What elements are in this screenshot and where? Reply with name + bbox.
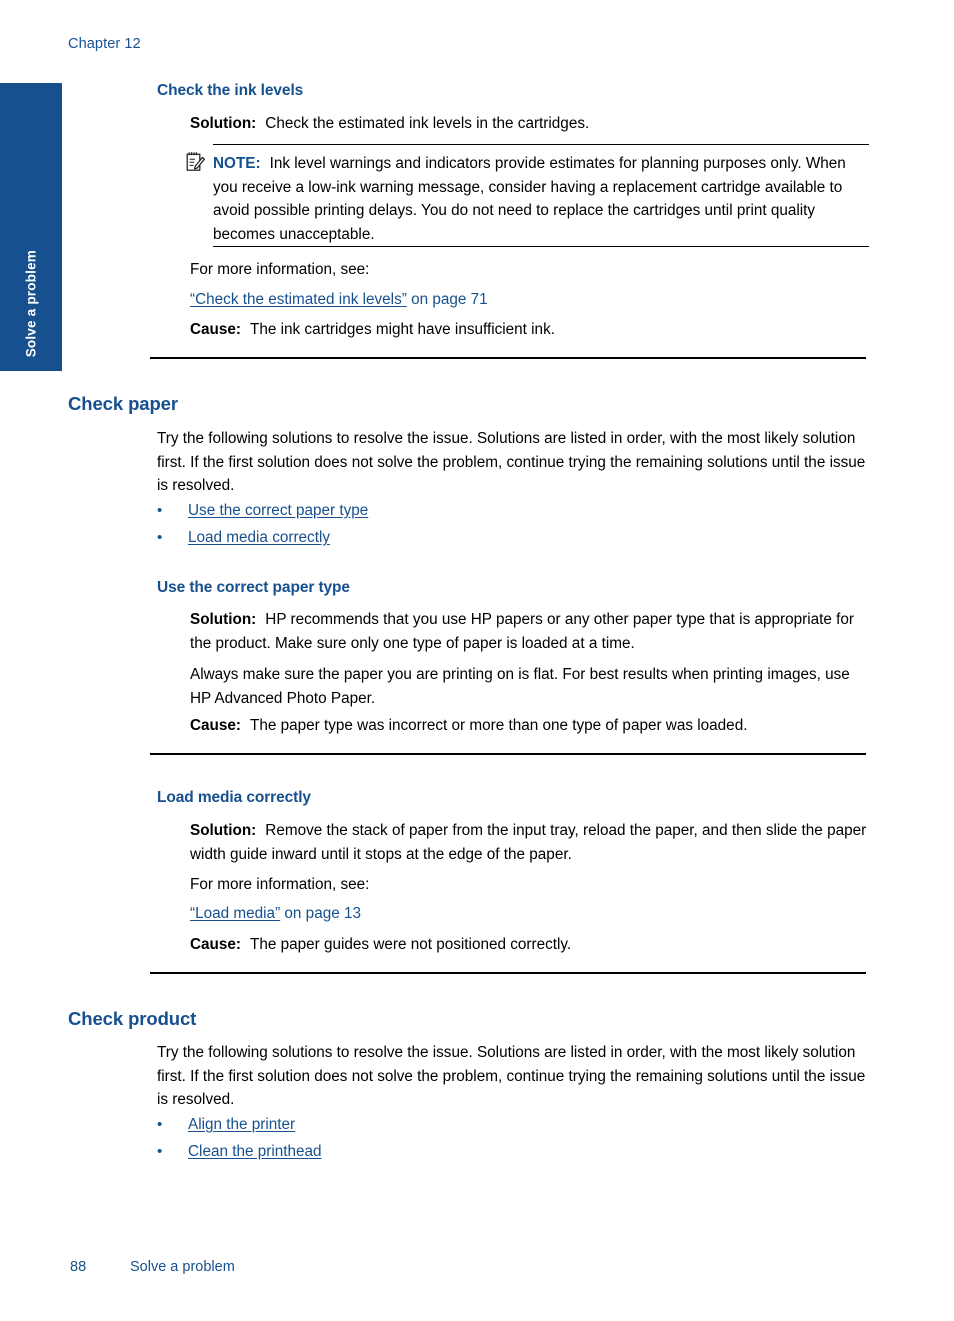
note-pencil-icon [186,151,205,172]
link-use-the-correct-paper-type[interactable]: Use the correct paper type [188,500,368,522]
xref-page-tail: on page 71 [406,291,488,308]
bullet-marker-icon: • [157,502,163,519]
cause-paragraph-paper-type: Cause: The paper type was incorrect or mo… [190,714,869,738]
solution-text: Remove the stack of paper from the input… [190,822,867,863]
side-tab-label: Solve a problem [23,249,39,357]
solution-label: Solution: [190,611,257,628]
section-divider-rule [150,357,866,359]
solution-text: HP recommends that you use HP papers or … [190,611,854,652]
xref-link-text[interactable]: Check the estimated ink levels [195,291,402,308]
bullet-marker-icon: • [157,1143,163,1160]
heading-check-paper: Check paper [68,393,178,414]
bullet-marker-icon: • [157,1116,163,1133]
note-label: NOTE: [213,155,261,172]
link-load-media-correctly[interactable]: Load media correctly [188,527,330,549]
footer-section-title: Solve a problem [130,1259,235,1275]
cause-label: Cause: [190,321,242,338]
footer-page-number: 88 [70,1259,87,1275]
bullet-marker-icon: • [157,529,163,546]
chapter-header: Chapter 12 [68,36,141,52]
xref-load-media[interactable]: “Load media” on page 13 [190,902,361,926]
solution-paragraph-ink-levels: Solution: Check the estimated ink levels … [190,112,869,136]
cause-paragraph-load-media: Cause: The paper guides were not position… [190,933,869,957]
solution-label: Solution: [190,822,257,839]
section-divider-rule [150,972,866,974]
document-page: Chapter 12 Solve a problem Check the ink… [0,0,954,1321]
cause-label: Cause: [190,936,242,953]
solution-label: Solution: [190,115,257,132]
intro-paragraph-check-paper: Try the following solutions to resolve t… [157,430,866,495]
link-align-the-printer[interactable]: Align the printer [188,1114,295,1136]
solution-paragraph-paper-type: Solution: HP recommends that you use HP p… [190,608,869,655]
solution-text: Check the estimated ink levels in the ca… [265,115,590,132]
more-information-label-load-media: For more information, see: [190,876,370,893]
xref-link-text[interactable]: Load media [195,905,275,922]
second-paragraph-paper-type: Always make sure the paper you are print… [190,666,850,707]
heading-check-the-ink-levels: Check the ink levels [157,82,304,99]
section-divider-rule [150,753,866,755]
heading-use-the-correct-paper-type: Use the correct paper type [157,579,350,596]
xref-page-tail: on page 13 [280,905,361,922]
cause-label: Cause: [190,717,242,734]
cause-paragraph-ink-levels: Cause: The ink cartridges might have insu… [190,318,869,342]
side-tab: Solve a problem [0,83,62,371]
note-top-rule [213,144,869,146]
cause-text: The ink cartridges might have insufficie… [250,321,555,338]
note-bottom-rule [213,246,869,248]
heading-load-media-correctly: Load media correctly [157,789,311,806]
more-information-label-ink: For more information, see: [190,261,370,278]
cause-text: The paper type was incorrect or more tha… [250,717,748,734]
note-block: NOTE: Ink level warnings and indicators p… [213,152,869,246]
link-clean-the-printhead[interactable]: Clean the printhead [188,1141,322,1163]
intro-paragraph-check-product: Try the following solutions to resolve t… [157,1044,866,1109]
note-text: Ink level warnings and indicators provid… [213,155,846,243]
cause-text: The paper guides were not positioned cor… [250,936,572,953]
xref-check-the-estimated-ink-levels[interactable]: “Check the estimated ink levels” on page… [190,288,488,312]
solution-paragraph-load-media: Solution: Remove the stack of paper from … [190,819,869,866]
heading-check-product: Check product [68,1008,197,1029]
